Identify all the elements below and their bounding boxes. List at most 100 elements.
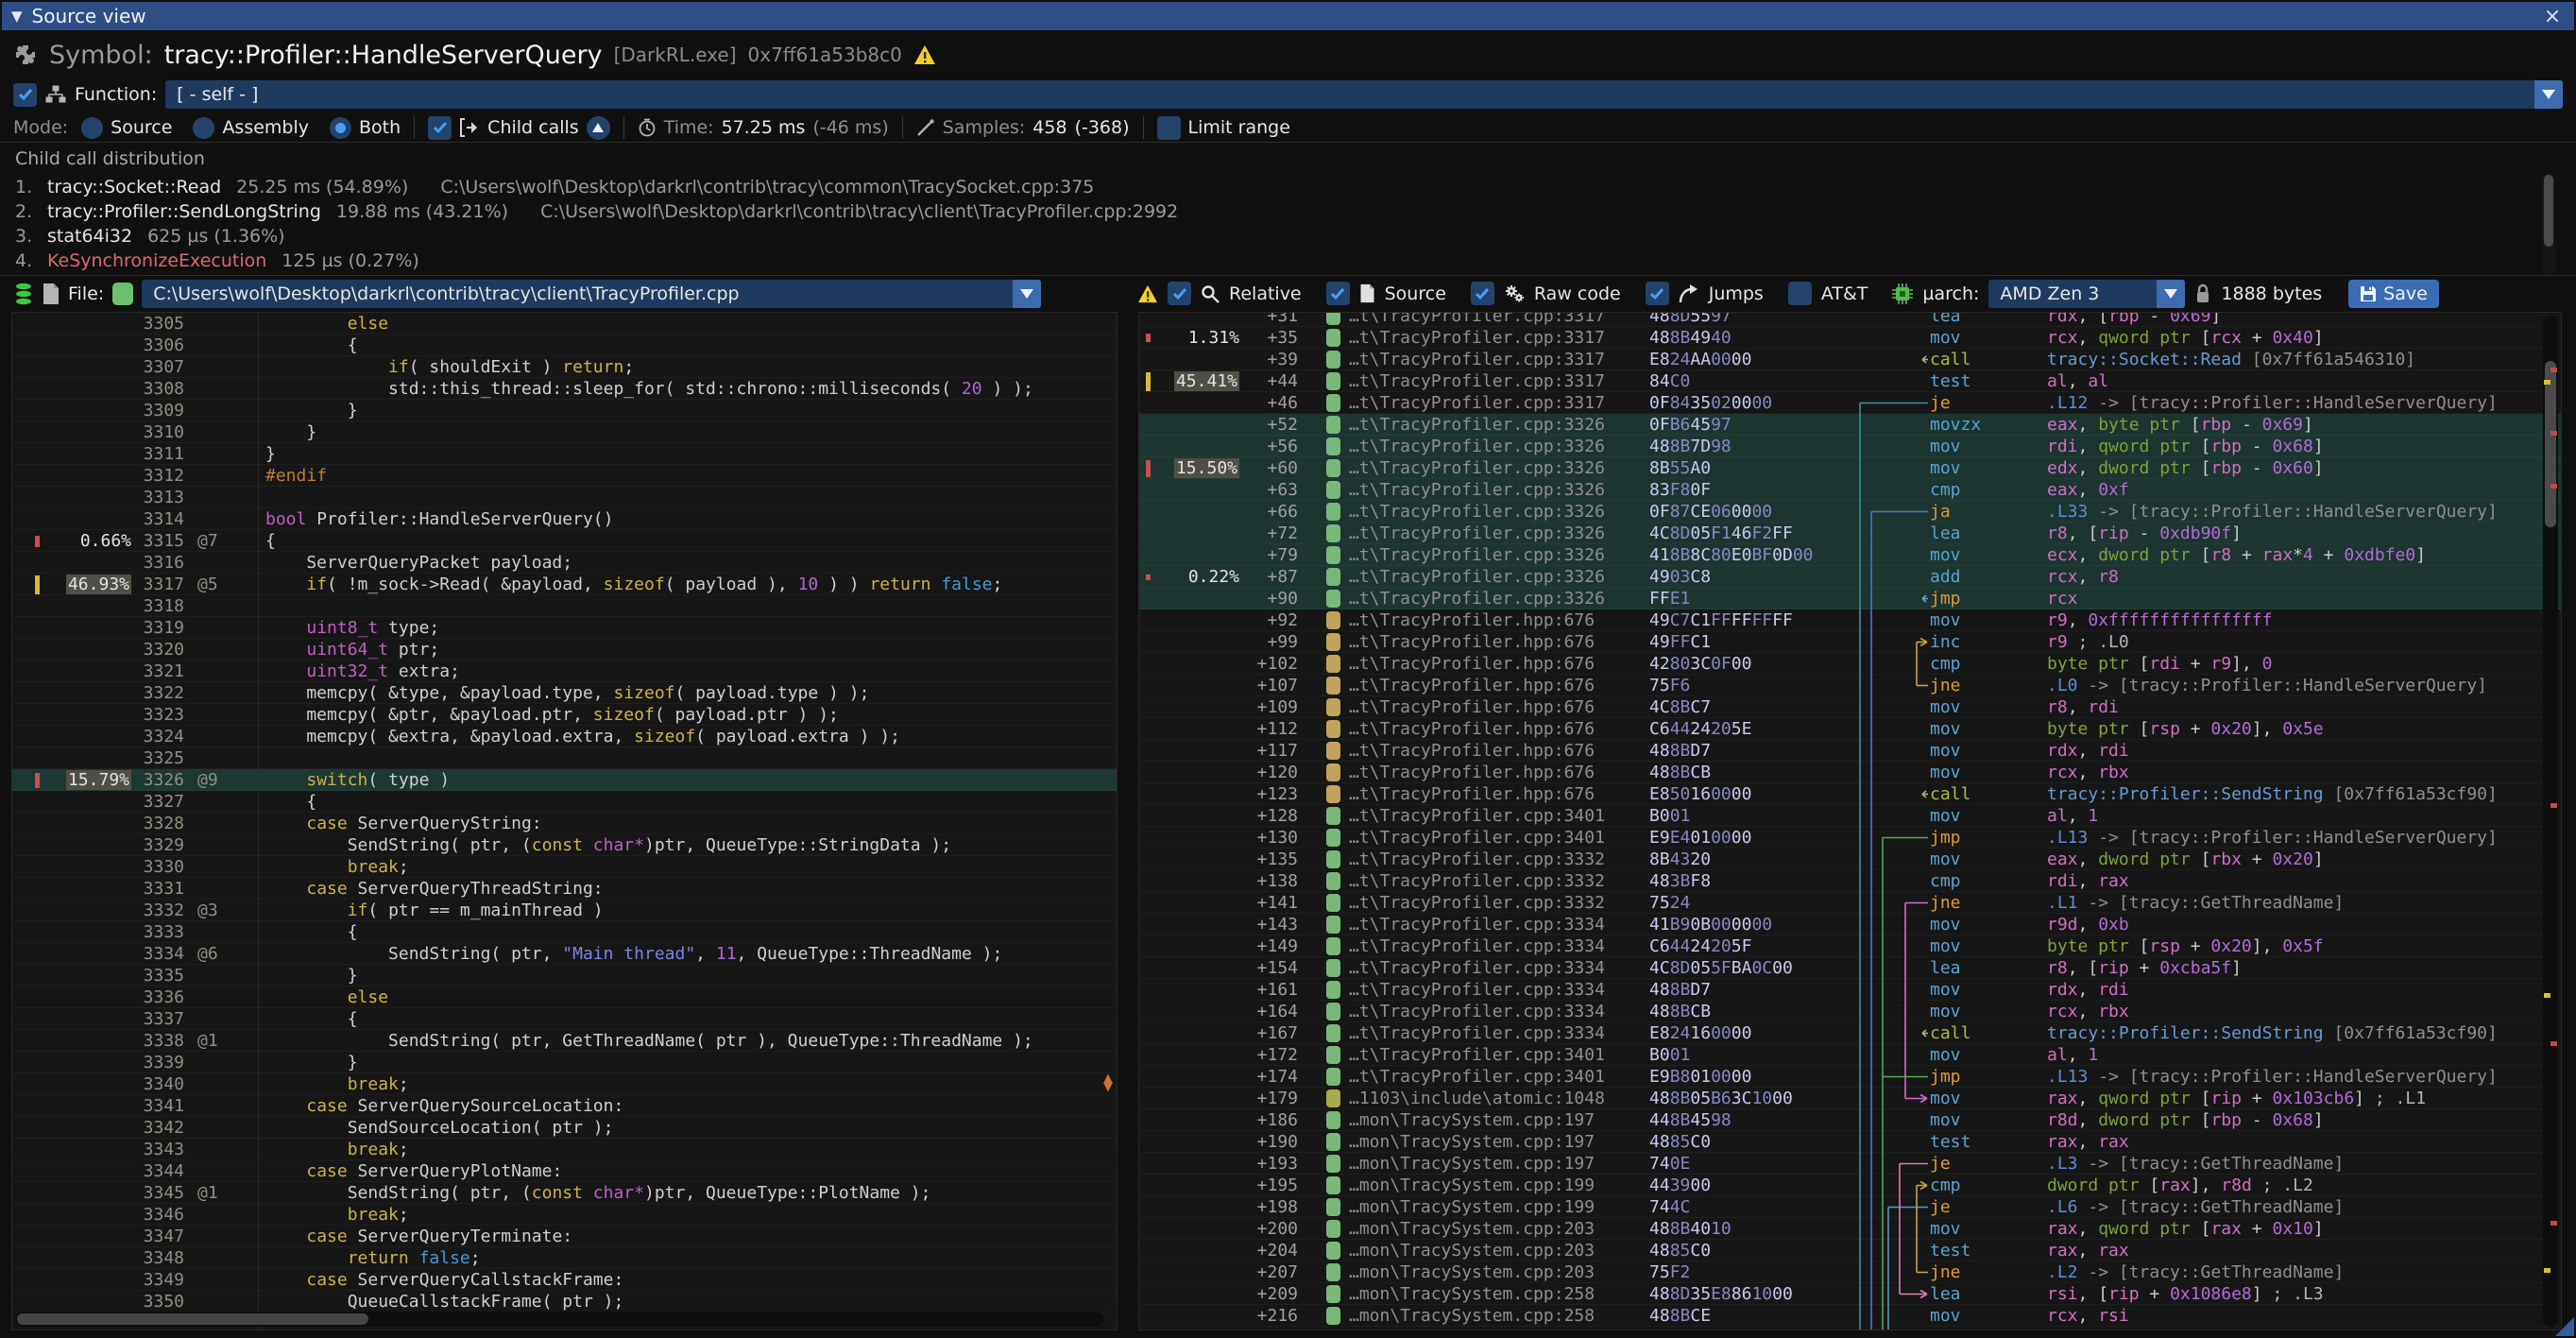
source-line[interactable]: 0.66%3315@7{ — [12, 530, 1117, 552]
source-line[interactable]: 3310 } — [12, 421, 1117, 443]
source-line[interactable]: 3331 case ServerQueryThreadString: — [12, 878, 1117, 900]
close-icon[interactable]: × — [2540, 5, 2565, 28]
jumps-label: Jumps — [1709, 283, 1764, 304]
source-line[interactable]: 3306 { — [12, 334, 1117, 356]
jumps-checkbox[interactable] — [1646, 282, 1669, 305]
source-location-icon — [1326, 785, 1340, 803]
warning-icon — [1137, 284, 1158, 303]
source-line[interactable]: 3311} — [12, 443, 1117, 465]
source-line[interactable]: 3333 { — [12, 921, 1117, 943]
source-line[interactable]: 3323 memcpy( &ptr, &payload.ptr, sizeof(… — [12, 704, 1117, 726]
source-view-window: ▼ Source view × Symbol: tracy::Profiler:… — [0, 0, 2576, 1338]
at-t-label: AT&T — [1821, 283, 1868, 304]
source-line[interactable]: 3318 — [12, 595, 1117, 617]
source-line[interactable]: 3320 uint64_t ptr; — [12, 639, 1117, 660]
source-checkbox[interactable] — [1326, 282, 1350, 305]
source-line[interactable]: 3342 SendSourceLocation( ptr ); — [12, 1117, 1117, 1139]
source-line[interactable]: 3350 QueueCallstackFrame( ptr ); — [12, 1291, 1117, 1312]
function-combo[interactable]: [ - self - ] — [165, 80, 2563, 109]
source-line[interactable]: 3337 { — [12, 1008, 1117, 1030]
source-line[interactable]: 3347 case ServerQueryTerminate: — [12, 1226, 1117, 1247]
source-line[interactable]: 3339 } — [12, 1052, 1117, 1073]
lock-icon — [2194, 283, 2211, 304]
function-tree-icon — [45, 84, 66, 105]
child-call-row[interactable]: 2.tracy::Profiler::SendLongString19.88 m… — [15, 199, 2538, 224]
source-line[interactable]: 3346 break; — [12, 1204, 1117, 1226]
source-location-icon — [1326, 1155, 1340, 1173]
source-line[interactable]: 3330 break; — [12, 856, 1117, 878]
source-location-icon — [1326, 312, 1340, 325]
source-line[interactable]: 3308 std::this_thread::sleep_for( std::c… — [12, 378, 1117, 400]
child-calls-checkbox[interactable] — [428, 116, 452, 140]
child-call-row[interactable]: 1.tracy::Socket::Read25.25 ms (54.89%)C:… — [15, 175, 2538, 199]
source-line[interactable]: 3349 case ServerQueryCallstackFrame: — [12, 1269, 1117, 1291]
source-line[interactable]: 46.93%3317@5 if( !m_sock->Read( &payload… — [12, 574, 1117, 595]
jump-arrows — [1843, 312, 1934, 1330]
child-call-row[interactable]: 4.KeSynchronizeExecution125 µs (0.27%) — [15, 249, 2538, 273]
magnifier-icon — [1201, 284, 1220, 303]
source-line[interactable]: 3327 { — [12, 791, 1117, 813]
collapse-icon[interactable]: ▼ — [11, 8, 23, 25]
chevron-down-icon[interactable] — [2534, 80, 2563, 109]
raw-code-checkbox[interactable] — [1471, 282, 1494, 305]
radio-assembly-label: Assembly — [222, 117, 309, 138]
source-line[interactable]: 3316 ServerQueryPacket payload; — [12, 552, 1117, 574]
radio-assembly[interactable] — [193, 117, 214, 139]
uarch-combo[interactable]: AMD Zen 3 — [1988, 280, 2185, 308]
child-call-row[interactable]: 3.stat64i32625 µs (1.36%) — [15, 224, 2538, 249]
chevron-down-icon[interactable] — [1013, 280, 1041, 308]
source-line[interactable]: 3348 return false; — [12, 1247, 1117, 1269]
source-location-icon — [1326, 568, 1340, 586]
source-line[interactable]: 3335 } — [12, 965, 1117, 986]
file-combo-value: C:\Users\wolf\Desktop\darkrl\contrib\tra… — [142, 283, 750, 304]
source-line[interactable]: 3305 else — [12, 313, 1117, 334]
source-line[interactable]: 3307 if( shouldExit ) return; — [12, 356, 1117, 378]
at-t-checkbox[interactable] — [1788, 282, 1812, 305]
chevron-down-icon[interactable] — [2157, 280, 2185, 308]
assembly-vscrollbar[interactable] — [2543, 316, 2558, 1327]
source-line[interactable]: 3340 break; — [12, 1073, 1117, 1095]
propagate-up-button[interactable] — [587, 116, 610, 140]
database-icon — [13, 283, 34, 305]
source-location-icon — [1326, 742, 1340, 760]
child-call-distribution: Child call distribution 1.tracy::Socket:… — [0, 142, 2576, 274]
relative-checkbox[interactable] — [1168, 282, 1191, 305]
source-line[interactable]: 15.79%3326@9 switch( type ) — [12, 769, 1117, 791]
radio-source[interactable] — [81, 117, 103, 139]
titlebar[interactable]: ▼ Source view × — [2, 2, 2574, 30]
save-button[interactable]: Save — [2348, 280, 2439, 308]
source-line[interactable]: 3334@6 SendString( ptr, "Main thread", 1… — [12, 943, 1117, 965]
source-line[interactable]: 3321 uint32_t extra; — [12, 660, 1117, 682]
source-line[interactable]: 3332@3 if( ptr == m_mainThread ) — [12, 900, 1117, 921]
resize-grip[interactable] — [2555, 1317, 2574, 1336]
source-line[interactable]: 3309 } — [12, 400, 1117, 421]
save-button-label: Save — [2383, 283, 2428, 304]
function-checkbox[interactable] — [13, 83, 37, 107]
source-line[interactable]: 3344 case ServerQueryPlotName: — [12, 1160, 1117, 1182]
source-line[interactable]: 3314bool Profiler::HandleServerQuery() — [12, 508, 1117, 530]
limit-range-checkbox[interactable] — [1157, 116, 1181, 140]
source-location-icon — [1326, 524, 1340, 542]
source-location-icon — [1326, 655, 1340, 673]
source-line[interactable]: 3341 case ServerQuerySourceLocation: — [12, 1095, 1117, 1117]
file-combo[interactable]: C:\Users\wolf\Desktop\darkrl\contrib\tra… — [142, 280, 1041, 308]
source-line[interactable]: 3329 SendString( ptr, (const char*)ptr, … — [12, 834, 1117, 856]
function-combo-value: [ - self - ] — [165, 84, 269, 105]
source-line[interactable]: 3336 else — [12, 986, 1117, 1008]
source-line[interactable]: 3324 memcpy( &extra, &payload.extra, siz… — [12, 726, 1117, 747]
source-line[interactable]: 3343 break; — [12, 1139, 1117, 1160]
source-line[interactable]: 3338@1 SendString( ptr, GetThreadName( p… — [12, 1030, 1117, 1052]
source-line[interactable]: 3312#endif — [12, 465, 1117, 487]
source-line[interactable]: 3319 uint8_t type; — [12, 617, 1117, 639]
symbol-label: Symbol: — [49, 41, 153, 70]
child-call-scrollbar[interactable] — [2542, 173, 2555, 277]
source-location-icon — [1326, 590, 1340, 608]
source-location-icon — [1326, 959, 1340, 977]
source-line[interactable]: 3345@1 SendString( ptr, (const char*)ptr… — [12, 1182, 1117, 1204]
source-line[interactable]: 3313 — [12, 487, 1117, 508]
radio-both[interactable] — [330, 117, 351, 139]
source-hscrollbar[interactable] — [15, 1312, 1103, 1327]
source-line[interactable]: 3322 memcpy( &type, &payload.type, sizeo… — [12, 682, 1117, 704]
source-line[interactable]: 3325 — [12, 747, 1117, 769]
source-line[interactable]: 3328 case ServerQueryString: — [12, 813, 1117, 834]
